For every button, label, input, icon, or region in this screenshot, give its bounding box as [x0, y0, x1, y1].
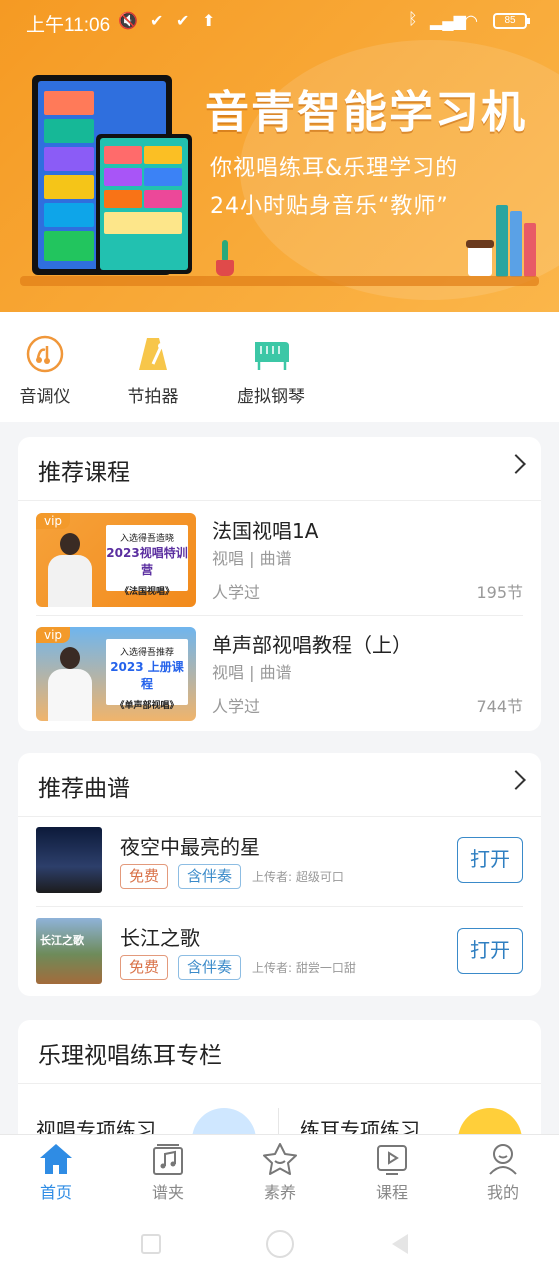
mute-icon: 🔇 — [118, 13, 138, 30]
tuner-icon — [25, 334, 65, 374]
plant-decor — [214, 236, 236, 276]
divider — [18, 1083, 541, 1084]
course-category: 视唱 | 曲谱 — [212, 663, 292, 682]
accompaniment-tag: 含伴奏 — [178, 955, 242, 980]
poster-year: 2023视唱特训营 — [106, 546, 188, 577]
home-icon — [36, 1141, 76, 1177]
battery-icon: 85 — [493, 13, 530, 29]
tool-metronome[interactable]: 节拍器 — [108, 334, 198, 407]
score-item[interactable]: 夜空中最亮的星 免费 含伴奏 上传者: 超级可口 打开 — [18, 817, 541, 905]
banner-subtitle: 你视唱练耳&乐理学习的 — [210, 156, 459, 181]
poster-name: 《单声部视唱》 — [115, 701, 179, 711]
score-thumbnail: 长江之歌 — [36, 918, 102, 984]
tool-label: 虚拟钢琴 — [237, 387, 305, 407]
banner-subtitle: 24小时贴身音乐“教师” — [210, 194, 449, 219]
card-header[interactable]: 推荐课程 — [18, 437, 541, 501]
poster-text: 入选得吾造晓 — [119, 534, 174, 544]
course-lessons: 195节 — [476, 583, 523, 602]
accompaniment-tag: 含伴奏 — [178, 864, 242, 889]
video-course-icon — [372, 1141, 412, 1177]
tab-courses[interactable]: 课程 — [352, 1141, 432, 1203]
course-item[interactable]: 入选得吾造晓 2023视唱特训营 《法国视唱》 vip 法国视唱1A 视唱 | … — [18, 501, 541, 615]
banner-shelf — [20, 276, 539, 286]
system-nav-bar — [0, 1208, 559, 1280]
tab-label: 课程 — [375, 1183, 408, 1202]
score-title: 夜空中最亮的星 — [120, 835, 260, 859]
free-tag: 免费 — [120, 864, 169, 889]
quick-tools: 音调仪 节拍器 虚拟钢琴 — [0, 312, 559, 422]
check-icon: ✔ — [176, 13, 190, 30]
bluetooth-icon: ᛒ — [408, 11, 418, 28]
tab-literacy[interactable]: 素养 — [240, 1141, 320, 1203]
piano-icon — [251, 334, 291, 374]
section-title: 推荐课程 — [38, 460, 130, 486]
metronome-icon — [133, 334, 173, 374]
section-title: 乐理视唱练耳专栏 — [38, 1043, 222, 1069]
course-thumbnail: 入选得吾造晓 2023视唱特训营 《法国视唱》 vip — [36, 513, 196, 607]
music-folder-icon — [148, 1141, 188, 1177]
upload-icon: ⬆ — [202, 13, 216, 30]
poster-name: 《法国视唱》 — [119, 587, 174, 597]
course-title: 单声部视唱教程（上） — [212, 633, 412, 657]
vip-badge: vip — [36, 513, 71, 529]
tab-home[interactable]: 首页 — [16, 1141, 96, 1203]
banner-title: 音青智能学习机 — [205, 87, 527, 138]
back-button[interactable] — [392, 1234, 408, 1254]
course-learners: 人学过 — [212, 583, 261, 602]
vip-badge: vip — [36, 627, 71, 643]
tool-tuner[interactable]: 音调仪 — [0, 334, 90, 407]
free-tag: 免费 — [120, 955, 169, 980]
score-thumbnail — [36, 827, 102, 893]
card-header[interactable]: 推荐曲谱 — [18, 753, 541, 817]
score-uploader: 上传者: 超级可口 — [252, 870, 344, 884]
tool-piano[interactable]: 虚拟钢琴 — [226, 334, 316, 407]
section-title: 推荐曲谱 — [38, 776, 130, 802]
tool-label: 节拍器 — [127, 387, 179, 407]
tab-profile[interactable]: 我的 — [463, 1141, 543, 1203]
recent-apps-button[interactable] — [141, 1234, 161, 1254]
tab-folder[interactable]: 谱夹 — [128, 1141, 208, 1203]
chevron-right-icon[interactable] — [506, 454, 526, 474]
divider — [36, 906, 523, 907]
score-uploader: 上传者: 甜尝一口甜 — [252, 961, 356, 975]
signal-icon: ▂▄▆ — [430, 13, 466, 30]
tab-label: 我的 — [486, 1183, 519, 1202]
score-item[interactable]: 长江之歌 长江之歌 免费 含伴奏 上传者: 甜尝一口甜 打开 — [18, 908, 541, 996]
recommended-scores-card: 推荐曲谱 夜空中最亮的星 免费 含伴奏 上传者: 超级可口 打开 长江之歌 长江… — [18, 753, 541, 996]
wifi-icon: ◠ — [464, 13, 478, 30]
home-button[interactable] — [266, 1230, 294, 1258]
star-icon — [260, 1141, 300, 1177]
profile-icon — [483, 1141, 523, 1177]
thumbnail-text: 长江之歌 — [40, 934, 84, 947]
poster-year: 2023 上册课程 — [110, 660, 184, 691]
recommended-courses-card: 推荐课程 入选得吾造晓 2023视唱特训营 《法国视唱》 vip 法国视唱1A … — [18, 437, 541, 731]
course-thumbnail: 入选得吾推荐 2023 上册课程 《单声部视唱》 vip — [36, 627, 196, 721]
course-lessons: 744节 — [476, 697, 523, 716]
check-icon: ✔ — [150, 13, 164, 30]
open-button[interactable]: 打开 — [457, 837, 523, 883]
tab-label: 素养 — [263, 1183, 296, 1202]
status-time: 上午11:06 — [26, 15, 111, 36]
tool-label: 音调仪 — [19, 387, 71, 407]
tab-label: 谱夹 — [151, 1183, 184, 1202]
cup-decor — [466, 240, 494, 276]
course-category: 视唱 | 曲谱 — [212, 549, 292, 568]
course-learners: 人学过 — [212, 697, 261, 716]
poster-text: 入选得吾推荐 — [119, 648, 174, 658]
course-item[interactable]: 入选得吾推荐 2023 上册课程 《单声部视唱》 vip 单声部视唱教程（上） … — [18, 615, 541, 729]
chevron-right-icon[interactable] — [506, 770, 526, 790]
score-title: 长江之歌 — [120, 926, 200, 950]
tablet-image — [96, 134, 192, 274]
promo-banner[interactable]: 上午11:06 🔇 ✔ ✔ ⬆ ᛒ ▂▄▆ ◠ 85 音青智能学习机 你视唱练耳… — [0, 0, 559, 312]
tab-label: 首页 — [39, 1183, 72, 1202]
status-bar: 上午11:06 🔇 ✔ ✔ ⬆ ᛒ ▂▄▆ ◠ 85 — [0, 0, 559, 44]
open-button[interactable]: 打开 — [457, 928, 523, 974]
course-title: 法国视唱1A — [212, 519, 319, 543]
bottom-tab-bar: 首页 谱夹 素养 课程 我的 — [0, 1134, 559, 1208]
